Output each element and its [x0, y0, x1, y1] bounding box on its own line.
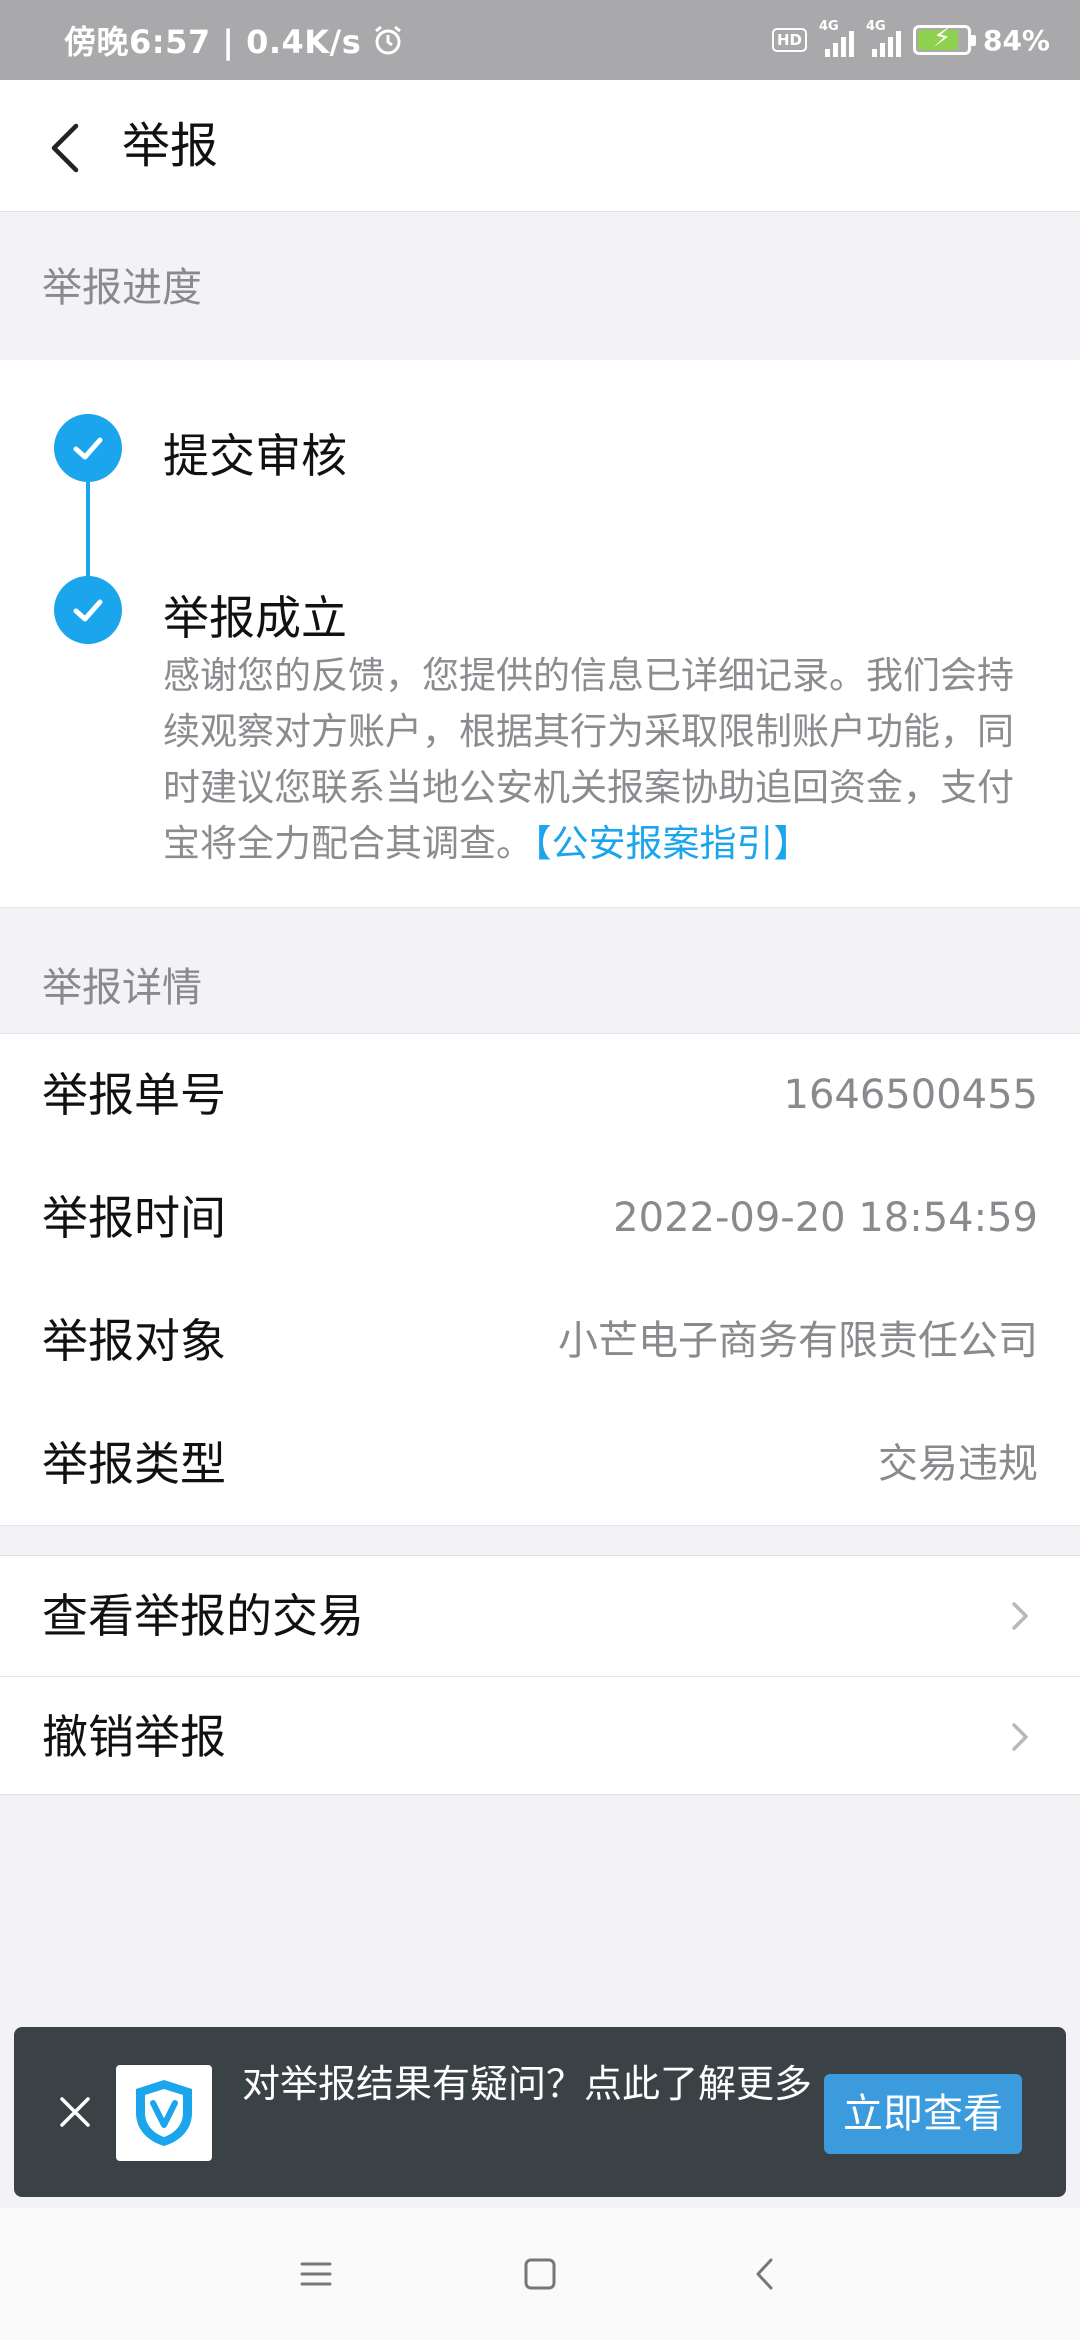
close-icon[interactable] — [52, 2089, 98, 2135]
menu-icon[interactable] — [294, 2252, 338, 2296]
system-nav-bar — [0, 2208, 1080, 2340]
detail-label: 举报时间 — [42, 1191, 226, 1245]
progress-card: 提交审核 举报成立 感谢您的反馈，您提供的信息已详细记录。我们会持续观察对方账户… — [0, 360, 1080, 908]
shield-v-logo-icon — [116, 2065, 212, 2161]
status-left: 傍晚6:57 | 0.4K/s — [64, 0, 405, 80]
status-right: HD 4G 4G ⚡ 84% — [771, 0, 1050, 80]
view-reported-transaction-row[interactable]: 查看举报的交易 — [0, 1556, 1080, 1676]
details-card: 举报单号 1646500455 举报时间 2022-09-20 18:54:59… — [0, 1033, 1080, 1526]
back-icon[interactable] — [744, 2252, 788, 2296]
actions-card: 查看举报的交易 撤销举报 — [0, 1555, 1080, 1795]
status-bar: 傍晚6:57 | 0.4K/s HD 4G 4G ⚡ 84% — [0, 0, 1080, 80]
chevron-right-icon — [1012, 1602, 1028, 1630]
detail-row-time: 举报时间 2022-09-20 18:54:59 — [0, 1157, 1080, 1280]
action-label: 查看举报的交易 — [42, 1589, 364, 1643]
step-2-title: 举报成立 — [163, 591, 347, 645]
battery-icon: ⚡ — [912, 23, 976, 55]
detail-label: 举报单号 — [42, 1068, 226, 1122]
detail-value: 小芒电子商务有限责任公司 — [558, 1318, 1038, 1364]
page-title: 举报 — [122, 118, 219, 174]
step-2-check-icon — [54, 576, 122, 644]
banner-text: 对举报结果有疑问？点此了解更多 — [242, 2062, 813, 2106]
detail-row-order-number: 举报单号 1646500455 — [0, 1034, 1080, 1157]
back-arrow-icon[interactable] — [40, 118, 100, 178]
detail-row-type: 举报类型 交易违规 — [0, 1403, 1080, 1526]
alarm-icon — [375, 25, 402, 55]
detail-value: 2022-09-20 18:54:59 — [613, 1195, 1038, 1241]
chevron-right-icon — [1012, 1723, 1028, 1751]
hd-badge: HD — [771, 28, 807, 52]
revoke-report-row[interactable]: 撤销举报 — [0, 1676, 1080, 1796]
details-section-title: 举报详情 — [42, 965, 202, 1011]
progress-section-title: 举报进度 — [42, 265, 202, 311]
help-banner[interactable]: 对举报结果有疑问？点此了解更多 立即查看 — [14, 2027, 1066, 2197]
action-label: 撤销举报 — [42, 1710, 226, 1764]
detail-value: 交易违规 — [878, 1441, 1038, 1487]
home-icon[interactable] — [518, 2252, 562, 2296]
step-1-title: 提交审核 — [163, 429, 347, 483]
step-1-check-icon — [54, 414, 122, 482]
status-time: 傍晚6:57 | 0.4K/s — [64, 23, 362, 61]
signal-icon: 4G — [819, 19, 854, 57]
detail-label: 举报类型 — [42, 1437, 226, 1491]
view-now-button[interactable]: 立即查看 — [824, 2074, 1022, 2154]
detail-value: 1646500455 — [783, 1072, 1039, 1118]
signal-icon-2: 4G — [866, 19, 901, 57]
detail-label: 举报对象 — [42, 1314, 226, 1368]
battery-percent: 84% — [982, 23, 1050, 57]
app-header: 举报 — [0, 80, 1080, 212]
detail-row-target: 举报对象 小芒电子商务有限责任公司 — [0, 1280, 1080, 1403]
police-report-guide-link[interactable]: 【公安报案指引】 — [533, 822, 811, 865]
step-description: 感谢您的反馈，您提供的信息已详细记录。我们会持续观察对方账户，根据其行为采取限制… — [163, 648, 1023, 872]
